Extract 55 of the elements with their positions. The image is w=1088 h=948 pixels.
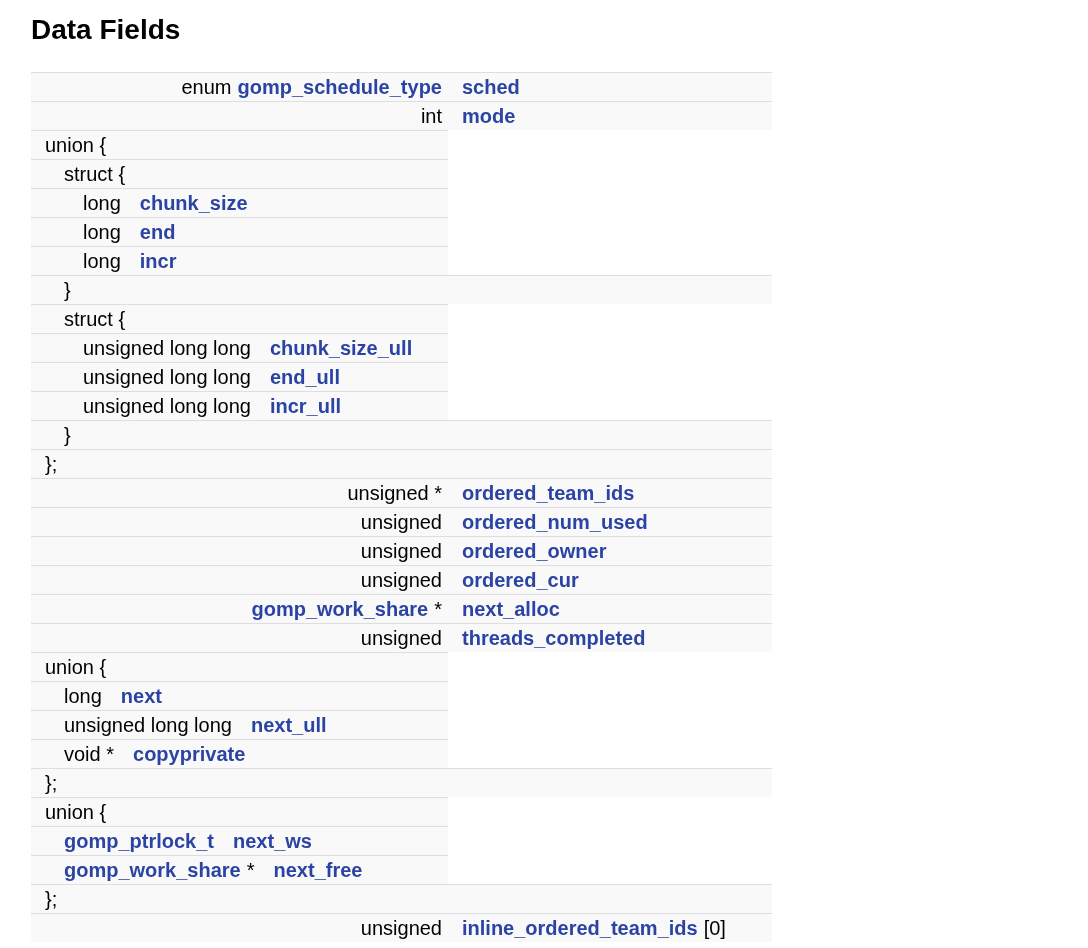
type-text: unsigned bbox=[360, 568, 442, 592]
block-open-text: union { bbox=[45, 655, 107, 679]
type-text: long bbox=[83, 249, 121, 273]
type-text: unsigned long long bbox=[83, 365, 251, 389]
type-text: unsigned long long bbox=[83, 336, 251, 360]
type-text: unsigned bbox=[360, 916, 442, 940]
type-text: void * bbox=[64, 742, 115, 766]
type-text: unsigned bbox=[360, 539, 442, 563]
type-text: int bbox=[420, 104, 442, 128]
type-text: unsigned bbox=[360, 510, 442, 534]
block-close-text: }; bbox=[45, 887, 58, 911]
type-text: unsigned * bbox=[347, 481, 442, 505]
block-open-text: struct { bbox=[64, 162, 126, 186]
type-text: long bbox=[83, 191, 121, 215]
field-name-link[interactable]: incr_ull bbox=[269, 394, 342, 418]
field-name-link[interactable]: chunk_size_ull bbox=[269, 336, 413, 360]
field-name-link[interactable]: incr bbox=[139, 249, 177, 273]
field-name-link[interactable]: ordered_team_ids bbox=[462, 481, 635, 505]
type-text: unsigned long long bbox=[83, 394, 251, 418]
field-name-link[interactable]: end_ull bbox=[269, 365, 340, 389]
type-link[interactable]: gomp_schedule_type bbox=[237, 75, 442, 99]
type-text: unsigned long long bbox=[64, 713, 232, 737]
type-text: long bbox=[83, 220, 121, 244]
array-suffix: [0] bbox=[703, 916, 726, 940]
type-link[interactable]: gomp_work_share bbox=[64, 858, 241, 882]
field-name-link[interactable]: threads_completed bbox=[462, 626, 646, 650]
type-link[interactable]: gomp_ptrlock_t bbox=[64, 829, 215, 853]
field-name-link[interactable]: mode bbox=[462, 104, 516, 128]
block-close-text: }; bbox=[45, 452, 58, 476]
field-name-link[interactable]: next_free bbox=[273, 858, 363, 882]
block-open-text: union { bbox=[45, 800, 107, 824]
section-title: Data Fields bbox=[31, 14, 182, 46]
type-text: * bbox=[246, 858, 255, 882]
field-name-link[interactable]: sched bbox=[462, 75, 520, 99]
type-link[interactable]: gomp_work_share bbox=[251, 597, 429, 621]
field-name-link[interactable]: next bbox=[120, 684, 162, 708]
block-close-text: }; bbox=[45, 771, 58, 795]
type-text: unsigned bbox=[360, 626, 442, 650]
field-name-link[interactable]: next_alloc bbox=[462, 597, 560, 621]
block-open-text: union { bbox=[45, 133, 107, 157]
field-name-link[interactable]: ordered_cur bbox=[462, 568, 579, 592]
field-name-link[interactable]: next_ws bbox=[233, 829, 312, 853]
field-name-link[interactable]: ordered_owner bbox=[462, 539, 607, 563]
field-name-link[interactable]: inline_ordered_team_ids bbox=[462, 916, 698, 940]
field-name-link[interactable]: end bbox=[139, 220, 176, 244]
block-close-text: } bbox=[64, 423, 71, 447]
field-name-link[interactable]: ordered_num_used bbox=[462, 510, 648, 534]
type-text: long bbox=[64, 684, 102, 708]
block-close-text: } bbox=[64, 278, 71, 302]
type-text: enum bbox=[181, 75, 232, 99]
block-open-text: struct { bbox=[64, 307, 126, 331]
type-text: * bbox=[434, 597, 442, 621]
field-name-link[interactable]: next_ull bbox=[250, 713, 327, 737]
field-name-link[interactable]: copyprivate bbox=[133, 742, 246, 766]
field-name-link[interactable]: chunk_size bbox=[139, 191, 248, 215]
